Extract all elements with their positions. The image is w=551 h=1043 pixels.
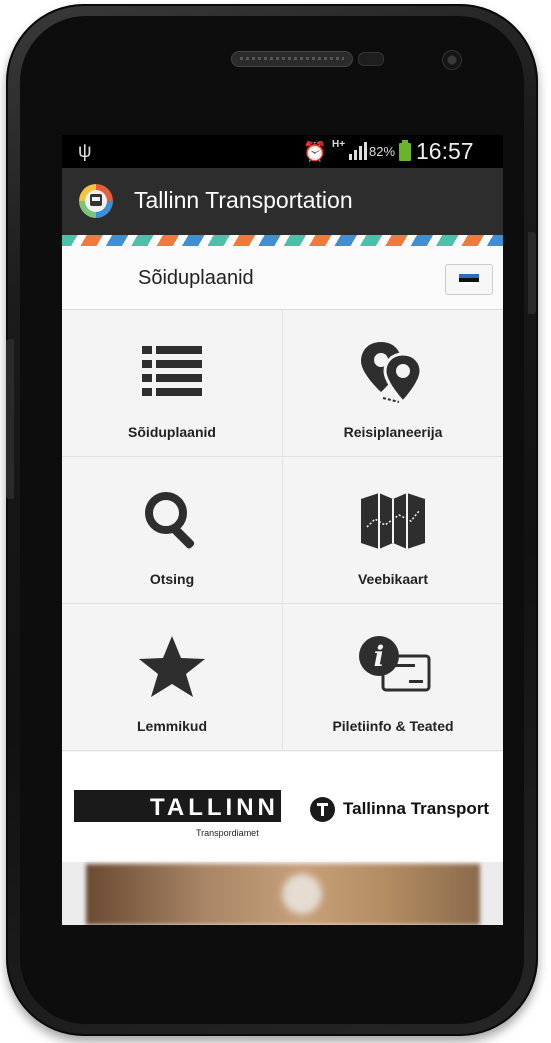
menu-item-ticket-info[interactable]: i Piletiinfo & Teated: [283, 604, 503, 751]
star-icon: [139, 636, 205, 697]
tallinn-logo-subtitle: Transpordiamet: [196, 828, 259, 838]
banner-logo-icon: [282, 874, 322, 914]
battery-percent: 82%: [369, 144, 396, 159]
action-bar: Tallinn Transportation: [62, 168, 503, 235]
svg-text:i: i: [374, 640, 385, 673]
status-bar: ψ ⏰ H+ 82% 16:57: [62, 135, 503, 168]
menu-item-label: Piletiinfo & Teated: [332, 718, 454, 734]
info-ticket-icon: i: [359, 636, 431, 692]
tallinna-transport-logo-icon: [310, 797, 335, 822]
tallinna-transport-name[interactable]: Tallinna Transport: [343, 799, 489, 819]
map-icon: [361, 493, 425, 549]
earpiece-speaker: [231, 51, 353, 67]
menu-item-label: Veebikaart: [357, 571, 429, 587]
menu-item-web-map[interactable]: Veebikaart: [283, 457, 503, 604]
search-icon: [145, 492, 195, 549]
clock: 16:57: [416, 138, 474, 164]
ad-banner[interactable]: [86, 864, 480, 925]
menu-grid: Sõiduplaanid Reisiplaneerija Otsing Veeb…: [62, 310, 503, 752]
menu-item-label: Otsing: [149, 571, 195, 587]
network-type: H+: [332, 139, 346, 150]
estonian-flag-icon: [459, 274, 479, 285]
menu-item-label: Lemmikud: [136, 718, 207, 734]
menu-item-label: Sõiduplaanid: [128, 424, 216, 440]
language-button[interactable]: [445, 264, 493, 295]
signal-icon: [349, 142, 367, 160]
front-camera: [442, 50, 462, 70]
menu-item-timetables[interactable]: Sõiduplaanid: [62, 310, 283, 457]
tallinn-logo[interactable]: TALLINN: [74, 790, 281, 822]
menu-item-label: Reisiplaneerija: [343, 424, 443, 440]
tallinn-logo-text: TALLINN: [150, 794, 279, 821]
menu-item-favourites[interactable]: Lemmikud: [62, 604, 283, 751]
battery-icon: [399, 140, 411, 161]
menu-item-trip-planner[interactable]: Reisiplaneerija: [283, 310, 503, 457]
airmail-stripe: [62, 235, 503, 246]
usb-icon: ψ: [78, 141, 92, 162]
route-pins-icon: [361, 342, 423, 405]
volume-button: [6, 339, 14, 499]
menu-item-search[interactable]: Otsing: [62, 457, 283, 604]
section-title: Sõiduplaanid: [138, 267, 254, 289]
proximity-sensor: [358, 52, 384, 66]
power-button: [528, 232, 536, 314]
section-header: Sõiduplaanid: [62, 246, 503, 310]
app-title: Tallinn Transportation: [134, 187, 353, 213]
app-logo-icon[interactable]: [79, 184, 113, 218]
alarm-icon: ⏰: [303, 142, 327, 163]
list-icon: [142, 346, 202, 396]
screen: ψ ⏰ H+ 82% 16:57 Tallinn Transportation …: [62, 135, 503, 925]
sponsor-logos: TALLINN Transpordiamet Tallinna Transpor…: [62, 752, 503, 862]
